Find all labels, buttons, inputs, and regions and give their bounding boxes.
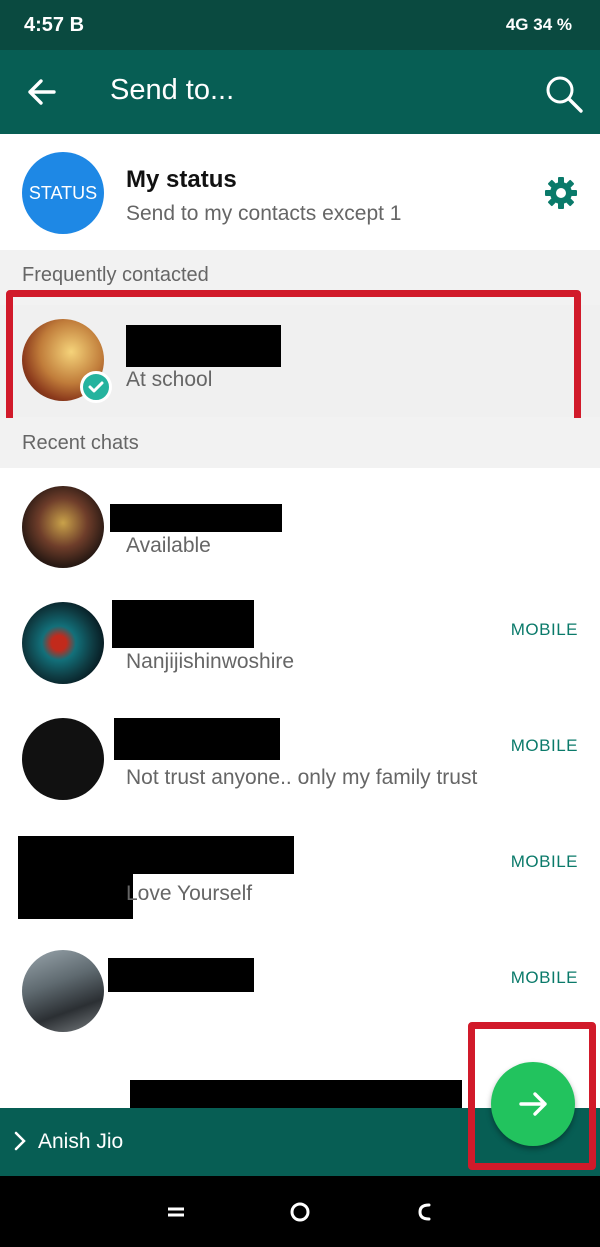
status-avatar: STATUS (22, 152, 104, 234)
contact-avatar (22, 486, 104, 568)
redacted-name (18, 836, 294, 874)
contact-avatar (22, 950, 104, 1032)
redacted-avatar (18, 872, 133, 919)
redacted-name (110, 504, 282, 532)
recents-icon[interactable] (164, 1200, 188, 1224)
back-arrow-icon[interactable] (22, 70, 62, 114)
status-bar: 4:57 B 4G 34 % (0, 0, 600, 50)
search-icon[interactable] (542, 72, 586, 116)
mobile-tag: MOBILE (510, 852, 578, 871)
contact-avatar (22, 602, 104, 684)
gear-icon[interactable] (544, 176, 578, 210)
redacted-name (114, 718, 280, 760)
list-item[interactable]: Available (0, 468, 600, 584)
chevron-right-icon[interactable] (12, 1128, 28, 1154)
selected-contact-name: Anish Jio (38, 1130, 124, 1153)
contact-avatar (22, 718, 104, 800)
list-item[interactable]: MOBILE Nanjijishinwoshire (0, 584, 600, 700)
app-bar: Send to... (0, 50, 600, 134)
my-status-title: My status (126, 166, 237, 193)
frequent-label: Frequently contacted (22, 264, 209, 286)
system-navigation-bar (0, 1176, 600, 1247)
mobile-tag: MOBILE (510, 620, 578, 639)
recent-section-header: Recent chats (0, 418, 600, 468)
list-item[interactable]: MOBILE Not trust anyone.. only my family… (0, 700, 600, 816)
mobile-tag: MOBILE (510, 736, 578, 755)
recent-label: Recent chats (22, 432, 139, 454)
contact-status: Available (126, 534, 211, 557)
home-icon[interactable] (288, 1200, 312, 1224)
contact-status: Love Yourself (126, 882, 253, 905)
redacted-name (108, 958, 254, 992)
mobile-tag: MOBILE (510, 968, 578, 987)
page-title: Send to... (110, 74, 235, 106)
my-status-row[interactable]: STATUS My status Send to my contacts exc… (0, 134, 600, 250)
clock: 4:57 B (24, 14, 85, 36)
redacted-name (112, 600, 254, 648)
highlight-box (6, 290, 581, 437)
list-item[interactable]: MOBILE Love Yourself (0, 816, 600, 932)
highlight-box (468, 1022, 596, 1170)
redacted-name (130, 1080, 462, 1110)
contact-status: Not trust anyone.. only my family trust (126, 766, 478, 789)
my-status-subtitle: Send to my contacts except 1 (126, 202, 402, 225)
signal-battery-indicators: 4G 34 % (505, 15, 572, 34)
back-icon[interactable] (412, 1200, 436, 1224)
contact-status: Nanjijishinwoshire (126, 650, 295, 673)
